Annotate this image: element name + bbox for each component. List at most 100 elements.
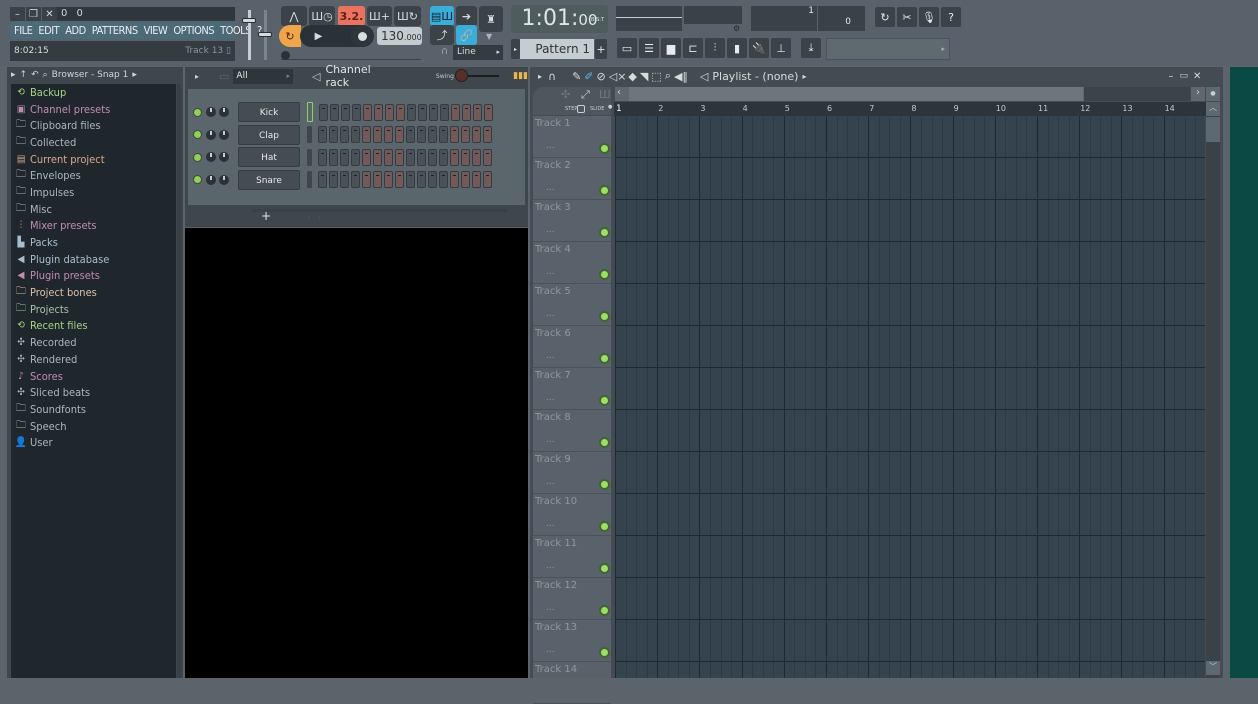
track-header[interactable]: Track 2... — [533, 158, 611, 200]
channel-pan-knob[interactable] — [206, 174, 216, 185]
plugin-picker-button[interactable]: 🔌 — [749, 38, 769, 58]
browser-item[interactable]: 🗀 Envelopes — [11, 167, 176, 184]
track-options[interactable]: ... — [546, 477, 555, 487]
track-enable-led[interactable] — [601, 397, 608, 404]
close-button[interactable]: ✕ — [42, 7, 57, 21]
step-button[interactable] — [450, 126, 459, 143]
channel-select-indicator[interactable] — [307, 171, 312, 188]
track-options[interactable]: ... — [546, 183, 555, 193]
step-button[interactable] — [417, 126, 426, 143]
step-button[interactable] — [406, 148, 415, 166]
chevron-right-icon[interactable]: ▸ — [11, 70, 16, 80]
step-button[interactable] — [329, 148, 338, 166]
channel-name-button[interactable]: Kick — [238, 102, 300, 122]
step-button[interactable] — [384, 148, 393, 166]
playlist-window-button[interactable]: ▭ — [617, 38, 637, 58]
track-header[interactable]: Track 11... — [533, 536, 611, 578]
mute-icon[interactable]: ◁× — [609, 70, 627, 83]
channel-pan-knob[interactable] — [206, 129, 216, 140]
wait-for-input-button[interactable]: Ш◷ — [309, 6, 335, 26]
step-button[interactable] — [484, 103, 493, 121]
step-button[interactable] — [406, 171, 415, 188]
browser-item[interactable]: ✣ Recorded — [11, 334, 176, 351]
vertical-scrollbar[interactable]: ︿ ﹀ — [1206, 102, 1220, 678]
browser-item[interactable]: 👤 User — [11, 434, 176, 451]
track-header[interactable]: Track 14 — [533, 662, 611, 704]
minimize-button[interactable]: – — [1168, 71, 1173, 82]
track-options[interactable]: ... — [546, 309, 555, 319]
playback-icon[interactable]: ◀‖ — [674, 70, 688, 83]
browser-item[interactable]: ▣ Channel presets — [11, 101, 176, 118]
step-button[interactable] — [362, 148, 371, 166]
channel-pan-knob[interactable] — [206, 107, 216, 117]
step-button[interactable] — [462, 103, 471, 121]
step-button[interactable] — [483, 126, 492, 143]
step-button[interactable] — [450, 171, 459, 188]
step-button[interactable] — [395, 171, 404, 188]
magnet-icon[interactable]: ∩ — [548, 70, 556, 83]
browser-item[interactable]: 🗀 Collected — [11, 134, 176, 151]
restore-button[interactable]: ❐ — [26, 7, 41, 21]
browser-item[interactable]: ▙ Packs — [11, 234, 176, 251]
step-button[interactable] — [340, 171, 349, 188]
step-scrollbar[interactable] — [252, 209, 507, 212]
browser-item[interactable]: 🗀 Soundfonts — [11, 401, 176, 418]
paint-icon[interactable]: ✐ — [584, 70, 593, 83]
undo-history-button[interactable]: ↻ — [875, 7, 895, 27]
pattern-icon[interactable]: Ш — [599, 88, 611, 101]
browser-item[interactable]: ⫶ Mixer presets — [11, 218, 176, 235]
channel-pan-knob[interactable] — [206, 152, 216, 162]
pattern-loop-button[interactable]: ↻ — [279, 25, 301, 47]
menu-add[interactable]: ADD — [65, 24, 86, 37]
master-pitch-handle[interactable] — [258, 32, 272, 37]
track-header[interactable]: Track 9... — [533, 452, 611, 494]
track-enable-led[interactable] — [601, 187, 608, 194]
browser-item[interactable]: ♪ Scores — [11, 368, 176, 385]
channel-mute-led[interactable] — [194, 176, 201, 183]
step-button[interactable] — [318, 126, 327, 143]
step-button[interactable] — [340, 126, 349, 143]
channel-select-indicator[interactable] — [307, 102, 313, 122]
track-enable-led[interactable] — [601, 439, 608, 446]
step-button[interactable] — [428, 126, 437, 143]
step-button[interactable] — [429, 103, 438, 121]
step-edit-button[interactable]: ➔ — [456, 6, 477, 26]
step-button[interactable] — [473, 103, 482, 121]
minimize-button[interactable]: – — [10, 7, 25, 21]
step-button[interactable] — [472, 126, 481, 143]
channel-volume-knob[interactable] — [219, 174, 229, 185]
track-header[interactable]: Track 1... — [533, 116, 611, 158]
track-header[interactable]: Track 13... — [533, 620, 611, 662]
step-button[interactable] — [439, 171, 448, 188]
monitor-settings-icon[interactable]: ⚙ — [733, 24, 740, 33]
track-options[interactable]: ... — [546, 225, 555, 235]
note-tool-button[interactable]: ⤴ — [430, 25, 454, 45]
browser-item[interactable]: ✣ Rendered — [11, 351, 176, 368]
step-button[interactable] — [329, 126, 338, 143]
step-button[interactable] — [417, 148, 426, 166]
metronome-button[interactable]: ⋀ — [281, 6, 307, 26]
track-enable-led[interactable] — [601, 145, 608, 152]
step-button[interactable] — [329, 171, 338, 188]
piano-roll-window-button[interactable]: ▆ — [661, 38, 681, 58]
help-button[interactable]: ? — [941, 7, 961, 27]
step-button[interactable] — [439, 126, 448, 143]
horizontal-scrollbar[interactable]: ‹ — [615, 87, 1190, 101]
browser-item[interactable]: 🗀 Projects — [11, 301, 176, 318]
step-button[interactable] — [362, 171, 371, 188]
arrow-up-icon[interactable]: ↑ — [20, 70, 28, 80]
channel-mute-led[interactable] — [194, 131, 201, 138]
step-button[interactable] — [472, 171, 481, 188]
menu-view[interactable]: VIEW — [144, 24, 168, 37]
browser-item[interactable]: ◀ Plugin database — [11, 251, 176, 268]
step-button[interactable] — [374, 103, 383, 121]
step-button[interactable] — [407, 103, 416, 121]
automation-icon[interactable]: ⤢ — [581, 88, 590, 102]
step-button[interactable] — [351, 171, 360, 188]
track-enable-led[interactable] — [601, 649, 608, 656]
browser-item[interactable]: ⟲ Recent files — [11, 318, 176, 335]
browser-item[interactable]: 🗀 Impulses — [11, 184, 176, 201]
menu-edit[interactable]: EDIT — [38, 24, 59, 37]
step-button[interactable] — [384, 126, 393, 143]
track-header[interactable]: Track 12... — [533, 578, 611, 620]
